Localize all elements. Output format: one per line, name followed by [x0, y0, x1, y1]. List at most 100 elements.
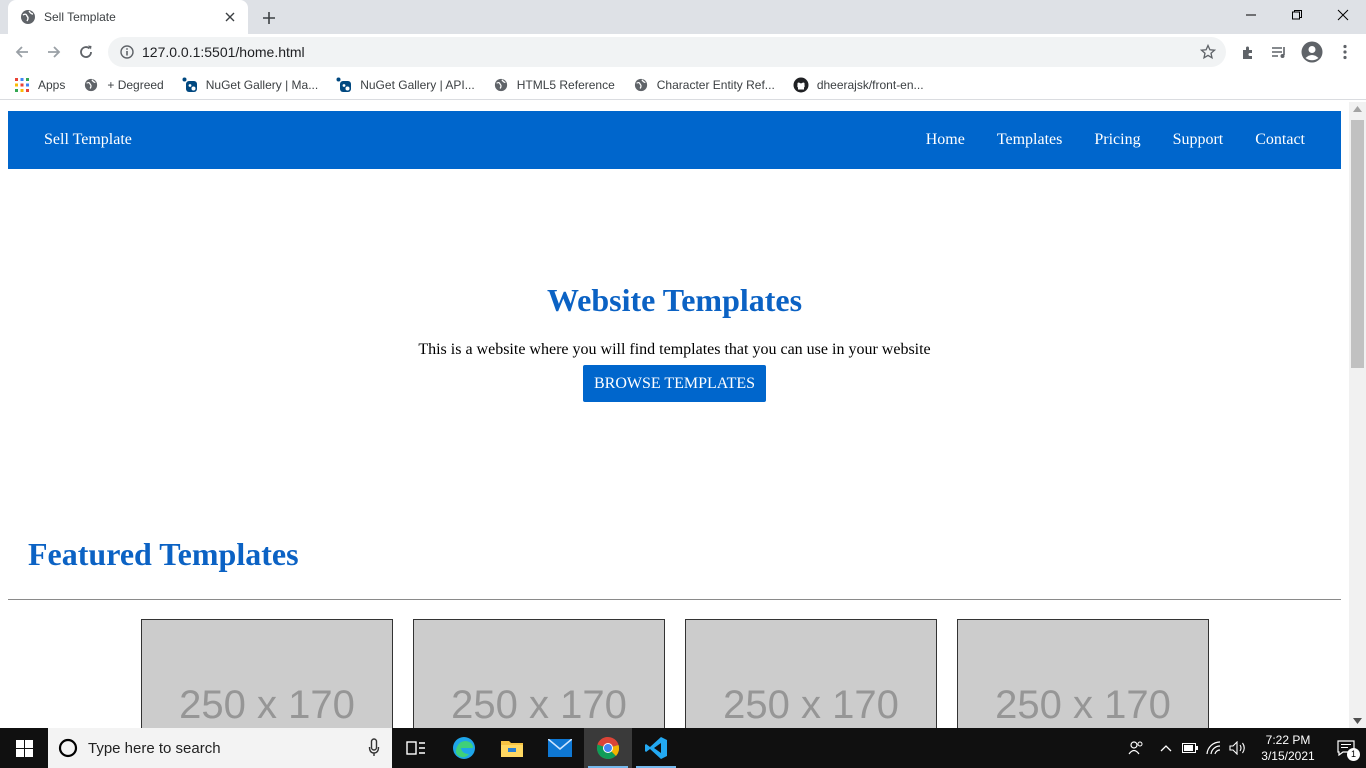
start-button[interactable]	[0, 728, 48, 768]
clock-time: 7:22 PM	[1265, 733, 1311, 747]
mail-icon	[548, 739, 572, 757]
template-card[interactable]: 250 x 170	[141, 619, 393, 728]
windows-logo-icon	[15, 739, 33, 757]
folder-icon	[501, 741, 523, 757]
hero-section: Website Templates This is a website wher…	[8, 282, 1341, 402]
hero-title: Website Templates	[546, 282, 803, 318]
nav-links: Home Templates Pricing Support Contact	[926, 131, 1305, 149]
bookmark-nuget-api[interactable]: NuGet Gallery | API...	[336, 77, 475, 93]
reload-icon	[80, 45, 92, 58]
nav-link-templates[interactable]: Templates	[997, 131, 1063, 149]
chevron-up-icon[interactable]	[1154, 728, 1178, 768]
page-scrollbar[interactable]	[1349, 102, 1366, 728]
globe-icon	[21, 10, 35, 24]
windows-taskbar: Type here to search 7:22 PM 3/15/2021 1	[0, 728, 1366, 768]
action-center-button[interactable]: 1	[1326, 728, 1366, 768]
system-tray: 7:22 PM 3/15/2021 1	[1118, 728, 1366, 768]
arrow-right-icon	[48, 46, 61, 58]
bookmarks-bar: Apps + Degreed NuGet Gallery | Ma... NuG…	[0, 70, 1366, 100]
wifi-icon[interactable]	[1202, 728, 1226, 768]
nuget-icon	[336, 77, 352, 93]
template-card[interactable]: 250 x 170	[957, 619, 1209, 728]
taskbar-app-vscode[interactable]	[632, 728, 680, 768]
edge-icon	[453, 737, 475, 759]
browser-toolbar: 127.0.0.1:5501/home.html	[0, 34, 1366, 70]
url-text[interactable]: 127.0.0.1:5501/home.html	[142, 44, 305, 60]
task-view-icon	[406, 741, 425, 755]
reload-button[interactable]	[74, 40, 98, 64]
taskbar-app-chrome[interactable]	[584, 728, 632, 768]
media-control-icon[interactable]	[1267, 40, 1291, 64]
bookmark-apps[interactable]: Apps	[14, 77, 65, 93]
browse-templates-button[interactable]: BROWSE TEMPLATES	[582, 365, 767, 402]
bookmark-label: Character Entity Ref...	[656, 77, 775, 92]
cortana-circle-icon	[58, 738, 78, 758]
hero-subtitle: This is a website where you will find te…	[418, 341, 931, 358]
template-card[interactable]: 250 x 170	[413, 619, 665, 728]
chrome-icon	[596, 736, 620, 760]
address-bar[interactable]: 127.0.0.1:5501/home.html	[108, 37, 1226, 67]
bookmark-label: HTML5 Reference	[516, 77, 615, 92]
placeholder-label: 250 x 170	[723, 682, 899, 727]
bookmark-github[interactable]: dheerajsk/front-en...	[793, 77, 924, 93]
browser-tab[interactable]: Sell Template	[8, 0, 248, 34]
close-window-button[interactable]	[1320, 0, 1366, 30]
volume-icon[interactable]	[1226, 728, 1250, 768]
nav-link-contact[interactable]: Contact	[1255, 131, 1305, 149]
tab-title: Sell Template	[44, 10, 116, 24]
bookmark-nuget-gallery[interactable]: NuGet Gallery | Ma...	[182, 77, 318, 93]
nav-link-support[interactable]: Support	[1173, 131, 1224, 149]
bookmark-html5-reference[interactable]: HTML5 Reference	[493, 77, 615, 93]
new-tab-button[interactable]	[258, 7, 280, 29]
placeholder-label: 250 x 170	[451, 682, 627, 727]
restore-button[interactable]	[1274, 0, 1320, 30]
back-button[interactable]	[10, 40, 34, 64]
extensions-icon[interactable]	[1236, 40, 1260, 64]
section-divider	[8, 599, 1341, 600]
featured-cards: 250 x 170 250 x 170 250 x 170 250 x 170	[141, 619, 1209, 728]
close-tab-icon[interactable]	[222, 9, 238, 25]
battery-icon[interactable]	[1178, 728, 1202, 768]
bookmark-label: NuGet Gallery | Ma...	[205, 77, 319, 92]
bookmark-label: NuGet Gallery | API...	[360, 77, 475, 92]
bookmark-star-icon[interactable]	[1200, 44, 1216, 60]
scroll-down-icon[interactable]	[1353, 718, 1362, 724]
notification-count-badge: 1	[1347, 748, 1360, 761]
globe-icon	[83, 77, 99, 93]
bookmark-label: dheerajsk/front-en...	[816, 77, 924, 92]
vscode-icon	[645, 737, 667, 759]
forward-button[interactable]	[42, 40, 66, 64]
bookmark-label: + Degreed	[107, 77, 164, 92]
clock-date: 3/15/2021	[1261, 749, 1315, 763]
apps-grid-icon	[14, 77, 30, 93]
info-icon[interactable]	[120, 45, 134, 59]
placeholder-label: 250 x 170	[179, 682, 355, 727]
menu-dots-icon[interactable]	[1333, 40, 1357, 64]
microphone-icon[interactable]	[368, 738, 380, 758]
nav-link-home[interactable]: Home	[926, 131, 965, 149]
bookmark-character-entity[interactable]: Character Entity Ref...	[633, 77, 775, 93]
nav-link-pricing[interactable]: Pricing	[1094, 131, 1140, 149]
people-icon[interactable]	[1118, 728, 1154, 768]
scroll-up-icon[interactable]	[1353, 106, 1362, 112]
tab-strip: Sell Template	[0, 0, 1366, 34]
task-view-button[interactable]	[392, 728, 440, 768]
taskbar-app-explorer[interactable]	[488, 728, 536, 768]
taskbar-app-edge[interactable]	[440, 728, 488, 768]
globe-icon	[633, 77, 649, 93]
template-card[interactable]: 250 x 170	[685, 619, 937, 728]
taskbar-app-mail[interactable]	[536, 728, 584, 768]
profile-avatar-icon[interactable]	[1300, 40, 1324, 64]
site-brand[interactable]: Sell Template	[44, 131, 132, 149]
page-viewport: Sell Template Home Templates Pricing Sup…	[0, 102, 1349, 728]
taskbar-clock[interactable]: 7:22 PM 3/15/2021	[1250, 732, 1326, 764]
scrollbar-thumb[interactable]	[1351, 120, 1364, 368]
github-icon	[793, 77, 809, 93]
search-placeholder: Type here to search	[88, 739, 221, 757]
minimize-button[interactable]	[1228, 0, 1274, 30]
globe-icon	[493, 77, 509, 93]
taskbar-search[interactable]: Type here to search	[48, 728, 392, 768]
arrow-left-icon	[15, 46, 28, 58]
bookmark-degreed[interactable]: + Degreed	[83, 77, 164, 93]
placeholder-label: 250 x 170	[995, 682, 1171, 727]
